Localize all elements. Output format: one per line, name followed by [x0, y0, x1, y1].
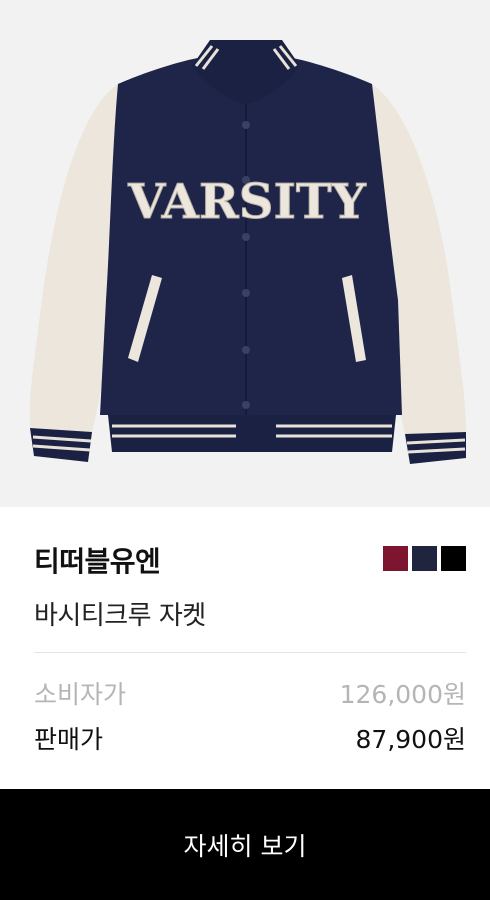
product-name[interactable]: 바시티크루 자켓 [34, 595, 206, 632]
retail-price-row: 소비자가 126,000원 [34, 675, 466, 711]
color-swatch-burgundy[interactable] [383, 546, 408, 571]
color-swatch-black[interactable] [441, 546, 466, 571]
sale-price: 87,900원 [355, 725, 466, 754]
sale-price-label: 판매가 [34, 725, 104, 754]
product-info: 티떠블유엔 바시티크루 자켓 소비자가 126,000원 판매가 87,900원 [0, 507, 490, 789]
retail-price: 126,000원 [339, 680, 466, 709]
color-swatch-navy[interactable] [412, 546, 437, 571]
jacket-illustration: VARSITY [0, 0, 490, 507]
brand-name[interactable]: 티떠블유엔 [34, 540, 161, 580]
jacket-lettering: VARSITY [127, 174, 366, 230]
view-details-button[interactable]: 자세히 보기 [0, 789, 490, 900]
product-image[interactable]: VARSITY [0, 0, 490, 507]
sale-price-row: 판매가 87,900원 [34, 720, 466, 756]
product-card[interactable]: VARSITY 티떠블유엔 바시티크루 자켓 소비자가 126,000원 판매가… [0, 0, 490, 900]
retail-price-label: 소비자가 [34, 680, 127, 709]
color-swatches [383, 546, 466, 571]
divider [34, 652, 466, 653]
